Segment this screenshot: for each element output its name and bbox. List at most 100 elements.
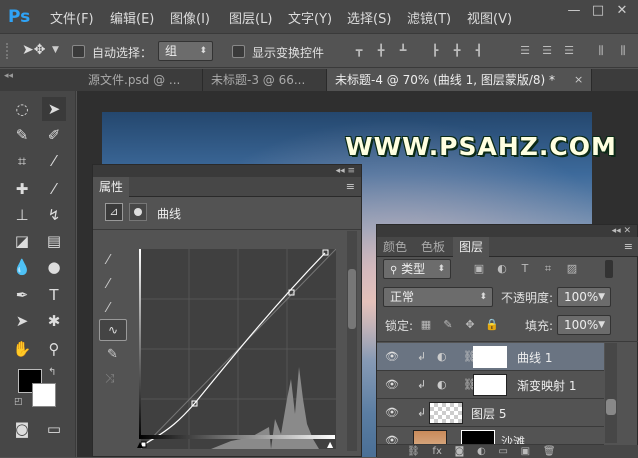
dodge-tool-icon[interactable]: ● xyxy=(42,255,66,279)
align-hcenter-icon[interactable]: ╋ xyxy=(450,44,464,58)
tab-color[interactable]: 颜色 xyxy=(377,237,413,257)
lock-position-icon[interactable]: ✥ xyxy=(463,318,477,332)
panel-menu-icon[interactable]: ≡ xyxy=(346,180,355,193)
filter-toggle[interactable] xyxy=(605,260,613,278)
tool-preset-arrow-icon[interactable]: ▼ xyxy=(52,45,59,55)
healing-brush-tool-icon[interactable]: ✚ xyxy=(10,177,34,201)
grip-handle[interactable] xyxy=(6,43,14,59)
layers-collapse-bar[interactable]: ◂◂ ✕ xyxy=(377,225,637,237)
quick-select-tool-icon[interactable]: ✐ xyxy=(42,123,66,147)
lasso-tool-icon[interactable]: ✎ xyxy=(10,123,34,147)
close-button[interactable]: ✕ xyxy=(610,0,634,22)
custom-shape-tool-icon[interactable]: ✱ xyxy=(42,309,66,333)
filter-smart-object-icon[interactable]: ▨ xyxy=(565,262,579,276)
align-vcenter-icon[interactable]: ╋ xyxy=(374,44,388,58)
properties-title[interactable]: 属性 xyxy=(93,177,130,197)
layers-menu-icon[interactable]: ≡ xyxy=(624,240,633,253)
distribute-hcenter-icon[interactable]: ⫼ xyxy=(616,44,630,58)
edit-points-icon[interactable]: ∿ xyxy=(99,319,127,341)
distribute-left-icon[interactable]: ⫼ xyxy=(594,44,608,58)
properties-scrollbar[interactable] xyxy=(347,231,357,451)
pen-tool-icon[interactable]: ✒ xyxy=(10,283,34,307)
hand-tool-icon[interactable]: ✋ xyxy=(10,337,34,361)
eyedropper-white-icon[interactable]: ⁄ xyxy=(107,301,109,316)
distribute-vcenter-icon[interactable]: ☰ xyxy=(540,44,554,58)
filter-adjustment-icon[interactable]: ◐ xyxy=(495,262,509,276)
marquee-tool-icon[interactable]: ◌ xyxy=(10,97,34,121)
menu-file[interactable]: 文件(F) xyxy=(50,8,94,27)
menu-view[interactable]: 视图(V) xyxy=(467,8,512,27)
screen-mode-icon[interactable]: ▭ xyxy=(42,417,66,441)
type-tool-icon[interactable]: T xyxy=(42,283,66,307)
eyedropper-black-icon[interactable]: ⁄ xyxy=(107,253,109,268)
clone-stamp-tool-icon[interactable]: ⊥ xyxy=(10,203,34,227)
filter-pixel-icon[interactable]: ▣ xyxy=(472,262,486,276)
new-adjustment-icon[interactable]: ◐ xyxy=(477,446,486,457)
curves-adjustment-icon[interactable]: ⊿ xyxy=(105,203,123,221)
align-top-icon[interactable]: ┳ xyxy=(352,44,366,58)
default-colors-icon[interactable]: ◰ xyxy=(14,397,23,407)
tab-untitled-4[interactable]: 未标题-4 @ 70% (曲线 1, 图层蒙版/8) * xyxy=(327,69,592,91)
link-layers-icon[interactable]: ⛓ xyxy=(407,446,420,457)
auto-select-dropdown[interactable]: 组 ⬍ xyxy=(158,41,213,61)
new-group-icon[interactable]: ▭ xyxy=(498,446,507,457)
gradient-tool-icon[interactable]: ▤ xyxy=(42,229,66,253)
tab-layers[interactable]: 图层 xyxy=(453,237,490,257)
distribute-top-icon[interactable]: ☰ xyxy=(518,44,532,58)
eye-icon[interactable]: 👁 xyxy=(385,350,399,363)
zoom-tool-icon[interactable]: ⚲ xyxy=(42,337,66,361)
fill-input[interactable]: 100% ▼ xyxy=(557,315,611,335)
move-tool-icon[interactable]: ➤ xyxy=(42,97,66,121)
menu-image[interactable]: 图像(I) xyxy=(170,8,210,27)
add-mask-icon[interactable]: ◙ xyxy=(455,446,465,457)
layer-thumbnail[interactable] xyxy=(413,430,447,444)
menu-type[interactable]: 文字(Y) xyxy=(288,8,332,27)
layer-mask-thumbnail[interactable] xyxy=(473,374,507,396)
move-tool-icon[interactable]: ➤✥ xyxy=(22,42,45,58)
align-bottom-icon[interactable]: ┻ xyxy=(396,44,410,58)
eyedropper-tool-icon[interactable]: ⁄ xyxy=(42,149,66,173)
align-left-icon[interactable]: ┣ xyxy=(428,44,442,58)
background-color-swatch[interactable] xyxy=(32,383,56,407)
fx-icon[interactable]: fx xyxy=(432,446,441,457)
layer-row-beach[interactable]: 👁 沙滩 xyxy=(377,427,604,445)
auto-select-checkbox[interactable] xyxy=(72,45,85,58)
eye-icon[interactable]: 👁 xyxy=(385,406,399,419)
menu-layer[interactable]: 图层(L) xyxy=(229,8,272,27)
tab-untitled-3[interactable]: 未标题-3 @ 66... xyxy=(203,69,327,91)
show-transform-checkbox[interactable] xyxy=(232,45,245,58)
smooth-icon[interactable]: ⤨ xyxy=(105,371,115,386)
layer-thumbnail[interactable] xyxy=(429,402,463,424)
layer-row-curves[interactable]: 👁 ↲ ◐ ⛓ 曲线 1 xyxy=(377,343,604,371)
layer-mask-thumbnail[interactable] xyxy=(461,430,495,444)
blur-tool-icon[interactable]: 💧 xyxy=(10,255,34,279)
eye-icon[interactable]: 👁 xyxy=(385,378,399,391)
align-right-icon[interactable]: ┫ xyxy=(472,44,486,58)
crop-tool-icon[interactable]: ⌗ xyxy=(10,149,34,173)
eraser-tool-icon[interactable]: ◪ xyxy=(10,229,34,253)
tab-swatches[interactable]: 色板 xyxy=(415,237,451,257)
mask-icon[interactable] xyxy=(129,203,147,221)
lock-all-icon[interactable]: 🔒 xyxy=(485,318,499,332)
layer-row-gradient-map[interactable]: 👁 ↲ ◐ ⛓ 渐变映射 1 xyxy=(377,371,604,399)
layer-filter-dropdown[interactable]: ⚲ 类型 ⬍ xyxy=(383,259,451,279)
menu-edit[interactable]: 编辑(E) xyxy=(110,8,154,27)
lock-pixels-icon[interactable]: ✎ xyxy=(441,318,455,332)
tab-source-psd[interactable]: 源文件.psd @ ... xyxy=(80,69,203,91)
path-selection-tool-icon[interactable]: ➤ xyxy=(10,309,34,333)
tab-close-icon[interactable]: × xyxy=(574,73,583,86)
collapse-toolbox-icon[interactable]: ◂◂ xyxy=(4,71,13,81)
white-point-slider[interactable]: ▲ xyxy=(327,440,333,449)
new-layer-icon[interactable]: ▣ xyxy=(521,446,530,457)
layers-scrollbar[interactable] xyxy=(605,343,617,443)
delete-layer-icon[interactable]: 🗑 xyxy=(543,446,556,457)
blend-mode-dropdown[interactable]: 正常 ⬍ xyxy=(383,287,493,307)
filter-type-icon[interactable]: T xyxy=(518,262,532,276)
swap-colors-icon[interactable]: ↰ xyxy=(48,367,56,378)
panel-collapse-bar[interactable]: ◂◂ ≡ xyxy=(93,165,361,177)
layer-row-layer5[interactable]: 👁 ↲ 图层 5 xyxy=(377,399,604,427)
menu-select[interactable]: 选择(S) xyxy=(347,8,391,27)
eye-icon[interactable]: 👁 xyxy=(385,434,399,444)
eyedropper-gray-icon[interactable]: ⁄ xyxy=(107,277,109,292)
opacity-input[interactable]: 100% ▼ xyxy=(557,287,611,307)
